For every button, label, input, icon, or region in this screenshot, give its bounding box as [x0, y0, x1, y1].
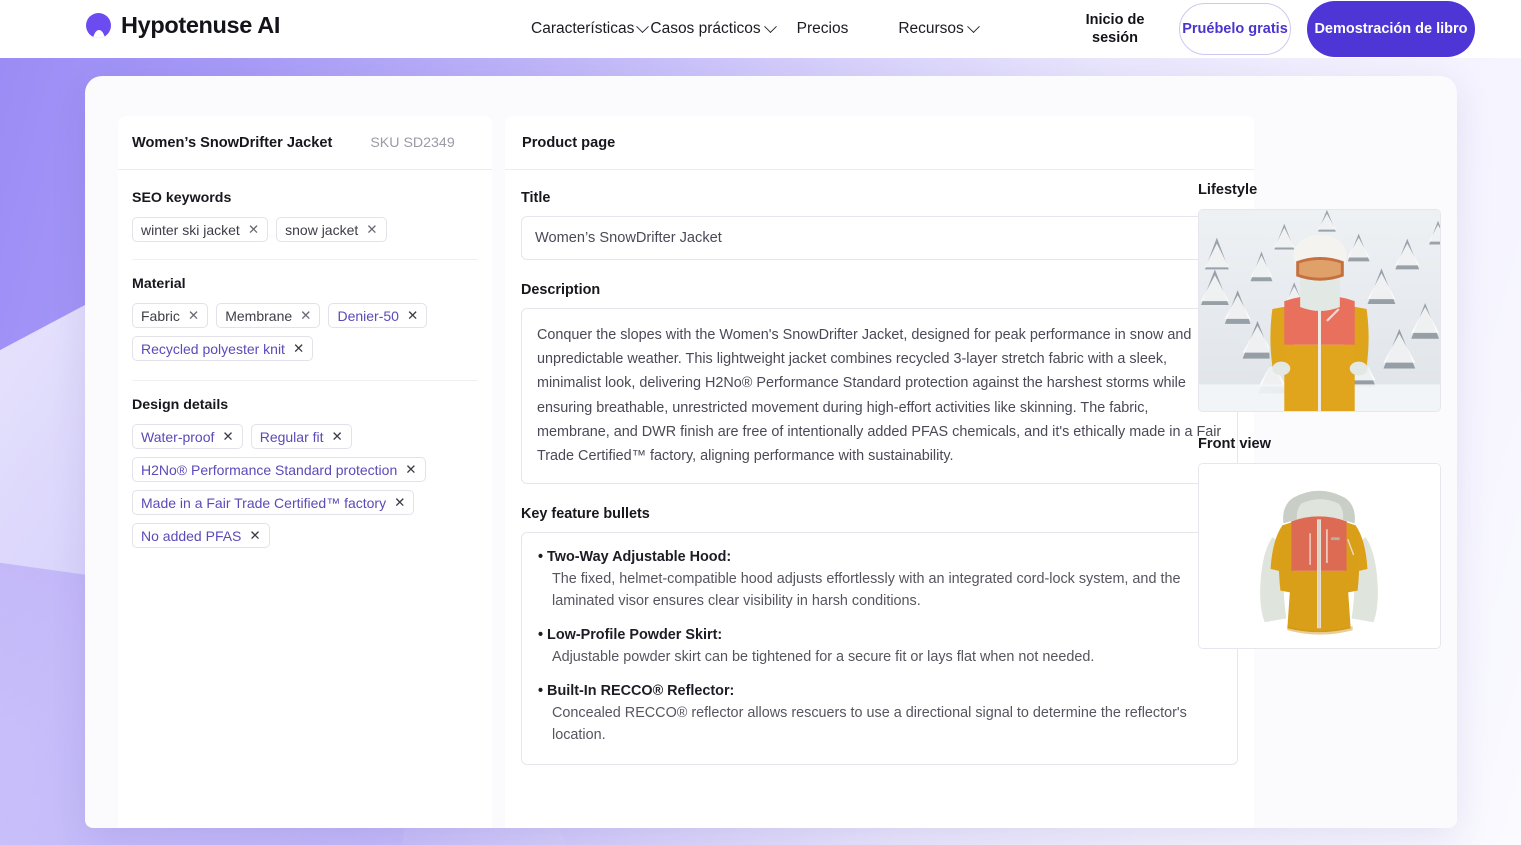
nav-item-label: Características	[531, 20, 635, 37]
design-details-label: Design details	[132, 397, 229, 413]
brand-name: Hypotenuse AI	[121, 12, 281, 38]
chip-snow-jacket[interactable]: snow jacket ✕	[276, 217, 387, 242]
lifestyle-image-thumbnail[interactable]	[1198, 209, 1441, 412]
chip-winter-ski-jacket[interactable]: winter ski jacket ✕	[132, 217, 269, 242]
chip-label: H2No® Performance Standard protection	[141, 461, 398, 478]
jacket-front-product-photo	[1199, 464, 1440, 648]
chip-label: Water-proof	[141, 428, 215, 445]
bullet-body: Concealed RECCO® reflector allows rescue…	[552, 705, 1187, 744]
title-input[interactable]: Women’s SnowDrifter Jacket	[521, 216, 1238, 260]
front-view-image-thumbnail[interactable]	[1198, 463, 1441, 649]
attributes-panel-header: Women’s SnowDrifter Jacket SKU SD2349	[118, 116, 492, 170]
chip-membrane[interactable]: Membrane ✕	[216, 303, 321, 328]
free-trial-button[interactable]: Pruébelo gratis	[1179, 3, 1291, 55]
seo-keywords-label: SEO keywords	[132, 190, 232, 206]
description-field-label: Description	[521, 282, 601, 298]
chip-label: Denier-50	[337, 307, 399, 324]
section-divider	[132, 259, 478, 260]
chevron-down-icon	[636, 19, 650, 33]
product-page-heading: Product page	[522, 134, 616, 151]
chip-label: Fabric	[141, 307, 180, 324]
book-demo-button[interactable]: Demostración de libro	[1307, 1, 1475, 57]
seo-keywords-chips: winter ski jacket ✕ snow jacket ✕	[132, 217, 478, 242]
product-title-heading: Women’s SnowDrifter Jacket	[132, 134, 333, 151]
nav-item-precios[interactable]: Precios	[797, 20, 849, 38]
close-icon[interactable]: ✕	[332, 430, 343, 444]
bullet-heading: Built-In RECCO® Reflector:	[538, 683, 1221, 699]
chevron-down-icon	[763, 19, 777, 33]
chip-label: snow jacket	[285, 221, 359, 238]
chip-regular-fit[interactable]: Regular fit ✕	[250, 424, 352, 449]
chip-water-proof[interactable]: Water-proof ✕	[132, 424, 243, 449]
chip-recycled-polyester-knit[interactable]: Recycled polyester knit ✕	[132, 336, 314, 361]
close-icon[interactable]: ✕	[366, 223, 377, 237]
section-divider	[132, 380, 478, 381]
chip-no-added-pfas[interactable]: No added PFAS ✕	[132, 523, 270, 548]
nav-item-casos-practicos[interactable]: Casos prácticos	[650, 19, 777, 38]
app-page: Hypotenuse AI Características Casos prác…	[0, 0, 1521, 845]
chip-denier-50[interactable]: Denier-50 ✕	[328, 303, 428, 328]
close-icon[interactable]: ✕	[222, 430, 233, 444]
nav-item-label: Precios	[796, 20, 849, 37]
brand-logo[interactable]: Hypotenuse AI	[86, 12, 280, 39]
key-feature-bullets-label: Key feature bullets	[521, 506, 650, 523]
lifestyle-image-label: Lifestyle	[1198, 182, 1258, 198]
nav-item-caracteristicas[interactable]: Características	[531, 19, 650, 38]
chip-label: winter ski jacket	[141, 221, 240, 238]
nav-links: Características Casos prácticos Precios …	[531, 0, 980, 58]
chip-label: Regular fit	[259, 428, 324, 445]
login-link[interactable]: Inicio de sesión	[1067, 11, 1163, 47]
description-textarea[interactable]: Conquer the slopes with the Women's Snow…	[521, 308, 1238, 485]
top-navigation-bar: Hypotenuse AI Características Casos prác…	[0, 0, 1521, 58]
chip-label: No added PFAS	[141, 527, 242, 544]
chip-label: Made in a Fair Trade Certified™ factory	[141, 494, 387, 511]
material-group: Material Fabric ✕ Membrane ✕ Denier-50 ✕	[132, 276, 478, 361]
seo-keywords-group: SEO keywords winter ski jacket ✕ snow ja…	[132, 190, 478, 242]
close-icon[interactable]: ✕	[300, 309, 311, 323]
key-feature-bullets-editor[interactable]: Two-Way Adjustable Hood: The fixed, helm…	[521, 532, 1238, 766]
product-editor-card: Women’s SnowDrifter Jacket SKU SD2349 SE…	[85, 76, 1457, 828]
close-icon[interactable]: ✕	[248, 223, 259, 237]
product-sku: SKU SD2349	[370, 134, 455, 151]
product-page-panel: Product page Title Women’s SnowDrifter J…	[505, 116, 1254, 828]
product-page-body: Title Women’s SnowDrifter Jacket Descrip…	[505, 170, 1254, 766]
close-icon[interactable]: ✕	[407, 309, 418, 323]
title-field-label: Title	[521, 190, 551, 206]
media-panel: Lifestyle Front view	[1198, 182, 1448, 673]
chevron-down-icon	[966, 19, 980, 33]
bullet-item: Two-Way Adjustable Hood: The fixed, helm…	[538, 549, 1221, 612]
attributes-panel: Women’s SnowDrifter Jacket SKU SD2349 SE…	[118, 116, 492, 828]
nav-actions: Inicio de sesión Pruébelo gratis Demostr…	[1067, 0, 1475, 58]
bullet-body: The fixed, helmet-compatible hood adjust…	[552, 571, 1181, 610]
bullet-item: Low-Profile Powder Skirt: Adjustable pow…	[538, 627, 1221, 668]
bullet-item: Built-In RECCO® Reflector: Concealed REC…	[538, 683, 1221, 746]
material-chips: Fabric ✕ Membrane ✕ Denier-50 ✕ Recycled…	[132, 303, 478, 361]
nav-item-recursos[interactable]: Recursos	[898, 19, 980, 38]
design-details-chips: Water-proof ✕ Regular fit ✕ H2No® Perfor…	[132, 424, 478, 548]
hypotenuse-logo-icon	[86, 13, 111, 38]
nav-item-label: Casos prácticos	[650, 20, 761, 37]
chip-h2no-performance-standard[interactable]: H2No® Performance Standard protection ✕	[132, 457, 426, 482]
material-label: Material	[132, 276, 186, 292]
close-icon[interactable]: ✕	[394, 496, 405, 510]
close-icon[interactable]: ✕	[293, 342, 304, 356]
bullet-heading: Two-Way Adjustable Hood:	[538, 549, 1221, 565]
attributes-panel-body: SEO keywords winter ski jacket ✕ snow ja…	[118, 170, 492, 548]
front-view-image-label: Front view	[1198, 436, 1271, 452]
bullet-body: Adjustable powder skirt can be tightened…	[552, 649, 1095, 666]
skier-in-snow-photo	[1199, 210, 1440, 411]
close-icon[interactable]: ✕	[405, 463, 416, 477]
close-icon[interactable]: ✕	[249, 529, 260, 543]
nav-item-label: Recursos	[898, 20, 964, 37]
chip-label: Membrane	[225, 307, 293, 324]
chip-fabric[interactable]: Fabric ✕	[132, 303, 209, 328]
bullet-heading: Low-Profile Powder Skirt:	[538, 627, 1221, 643]
close-icon[interactable]: ✕	[188, 309, 199, 323]
chip-label: Recycled polyester knit	[141, 340, 285, 357]
product-page-header: Product page	[505, 116, 1254, 170]
chip-fair-trade-certified[interactable]: Made in a Fair Trade Certified™ factory …	[132, 490, 415, 515]
design-details-group: Design details Water-proof ✕ Regular fit…	[132, 397, 478, 548]
